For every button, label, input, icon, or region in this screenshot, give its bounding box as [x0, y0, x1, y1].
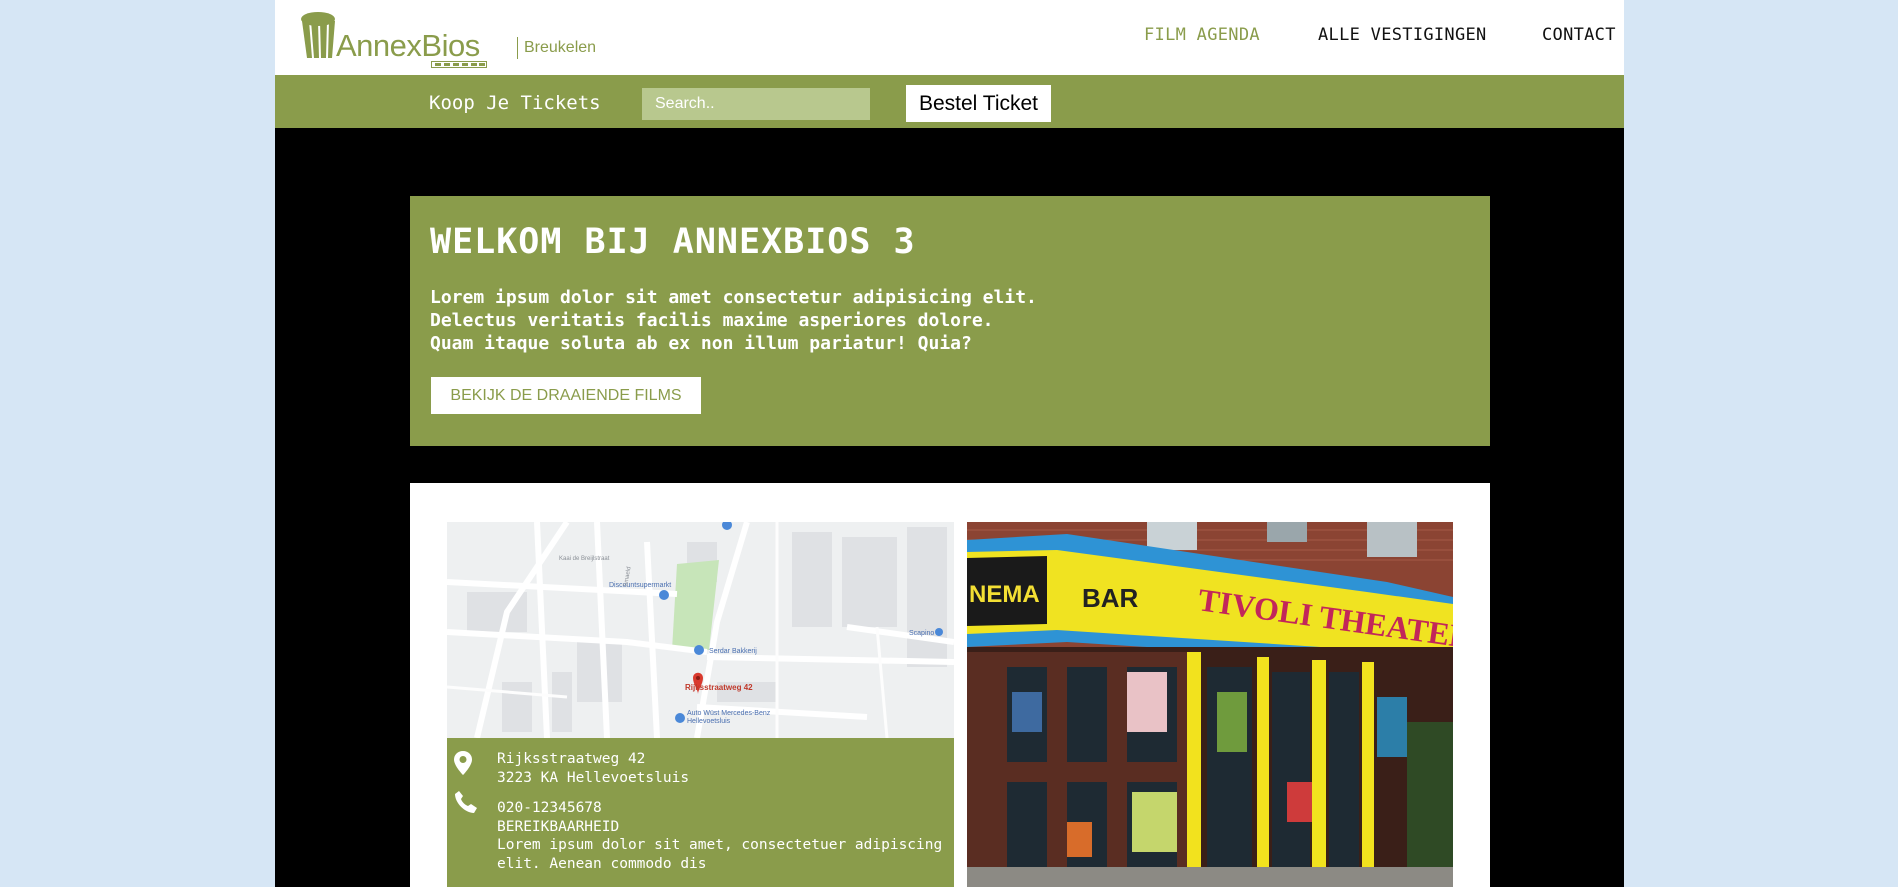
- address-block: Rijksstraatweg 42 3223 KA Hellevoetsluis: [497, 750, 689, 787]
- ticket-bar: Koop Je Tickets Bestel Ticket: [275, 75, 1624, 128]
- svg-text:Discountsupermarkt: Discountsupermarkt: [609, 582, 671, 589]
- svg-text:Serdar Bakkerij: Serdar Bakkerij: [709, 648, 757, 655]
- svg-text:Hellevoetsluis: Hellevoetsluis: [687, 718, 731, 725]
- film-strip-icon: [431, 61, 487, 68]
- hero-title: WELKOM BIJ ANNEXBIOS 3: [430, 222, 916, 262]
- location-map[interactable]: Discountsupermarkt Serdar Bakkerij Auto …: [447, 522, 954, 738]
- map-streets: Discountsupermarkt Serdar Bakkerij Auto …: [447, 522, 954, 738]
- page: AnnexBios Breukelen FILM AGENDA ALLE VES…: [275, 0, 1624, 887]
- availability-text: elit. Aenean commodo dis: [497, 855, 707, 872]
- phone-block: 020-12345678 BEREIKBAARHEID Lorem ipsum …: [497, 799, 942, 873]
- ticket-bar-label: Koop Je Tickets: [429, 92, 601, 114]
- welcome-hero: WELKOM BIJ ANNEXBIOS 3 Lorem ipsum dolor…: [410, 196, 1490, 446]
- phone-icon: [455, 791, 477, 813]
- bar-sign-text: BAR: [1082, 583, 1139, 613]
- hero-text-line: Quam itaque soluta ab ex non illum paria…: [430, 333, 972, 354]
- location-pin-icon: [454, 751, 472, 775]
- svg-text:Scapino: Scapino: [909, 630, 934, 637]
- address-street: Rijksstraatweg 42: [497, 751, 646, 767]
- availability-text: Lorem ipsum dolor sit amet, consectetuer…: [497, 837, 943, 853]
- logo[interactable]: AnnexBios Breukelen: [299, 10, 599, 72]
- popcorn-logo-icon: [301, 12, 335, 58]
- availability-heading: BEREIKBAARHEID: [497, 818, 620, 835]
- theater-facade-image: NEMA BAR TIVOLI THEATER 1: [967, 522, 1453, 887]
- theater-photo: NEMA BAR TIVOLI THEATER 1: [967, 522, 1453, 887]
- address-city: 3223 KA Hellevoetsluis: [497, 769, 690, 786]
- site-header: AnnexBios Breukelen FILM AGENDA ALLE VES…: [275, 0, 1624, 75]
- cinema-sign-text: NEMA: [969, 581, 1040, 608]
- search-input[interactable]: [642, 88, 870, 120]
- nav-film-agenda[interactable]: FILM AGENDA: [1144, 25, 1260, 45]
- view-films-button[interactable]: BEKIJK DE DRAAIENDE FILMS: [431, 377, 701, 414]
- map-pin-label: Rijksstraatweg 42: [685, 683, 753, 692]
- logo-location: Breukelen: [524, 39, 597, 56]
- hero-text-line: Lorem ipsum dolor sit amet consectetur a…: [430, 287, 1037, 308]
- svg-text:Kaai de Breijlstraat: Kaai de Breijlstraat: [559, 556, 610, 562]
- logo-text: AnnexBios: [336, 28, 480, 63]
- nav-alle-vestigingen[interactable]: ALLE VESTIGINGEN: [1318, 25, 1487, 45]
- order-ticket-button[interactable]: Bestel Ticket: [906, 85, 1051, 122]
- nav-contact[interactable]: CONTACT: [1542, 25, 1616, 45]
- location-card: Discountsupermarkt Serdar Bakkerij Auto …: [410, 483, 1490, 887]
- svg-text:Auto Wüst Mercedes-Benz: Auto Wüst Mercedes-Benz: [687, 710, 771, 717]
- phone-number[interactable]: 020-12345678: [497, 799, 942, 818]
- hero-text: Lorem ipsum dolor sit amet consectetur a…: [430, 286, 1037, 355]
- contact-info-panel: Rijksstraatweg 42 3223 KA Hellevoetsluis…: [447, 738, 954, 887]
- logo-divider: [517, 37, 518, 59]
- hero-text-line: Delectus veritatis facilis maxime asperi…: [430, 310, 994, 331]
